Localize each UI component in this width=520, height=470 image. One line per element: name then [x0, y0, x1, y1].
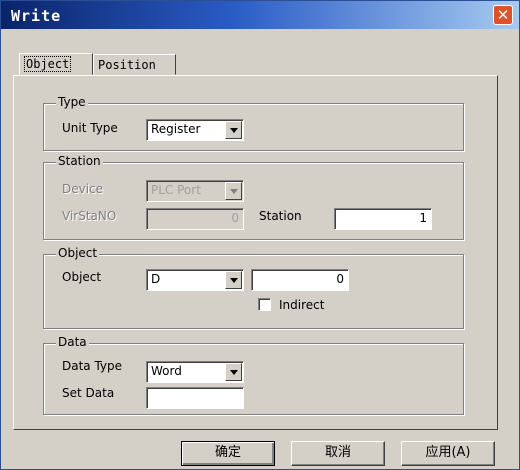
data-type-label: Data Type	[62, 359, 123, 373]
group-object-legend: Object	[56, 246, 100, 260]
chevron-down-icon[interactable]	[225, 121, 242, 139]
apply-button[interactable]: 应用(A)	[401, 441, 495, 466]
group-data-legend: Data	[56, 335, 89, 349]
tab-position-label: Position	[98, 58, 156, 72]
object-address-field[interactable]: 0	[251, 269, 349, 291]
unit-type-select[interactable]: Register	[146, 119, 244, 141]
write-dialog: Write ✕ Object Position Type Unit Type R…	[0, 0, 520, 470]
data-type-select[interactable]: Word	[146, 361, 244, 383]
virstano-label: VirStaNO	[62, 209, 117, 223]
unit-type-value: Register	[151, 122, 201, 136]
indirect-checkbox[interactable]	[258, 298, 271, 311]
device-select[interactable]: PLC Port	[146, 180, 244, 202]
device-label: Device	[62, 182, 104, 196]
set-data-label: Set Data	[62, 386, 115, 400]
cancel-button[interactable]: 取消	[291, 441, 385, 466]
tab-object[interactable]: Object	[19, 53, 93, 75]
set-data-field[interactable]	[146, 387, 244, 409]
group-object: Object	[43, 246, 464, 329]
tab-object-label: Object	[24, 56, 72, 72]
group-station-legend: Station	[56, 154, 103, 168]
ok-button[interactable]: 确定	[181, 441, 275, 466]
chevron-down-icon[interactable]	[225, 363, 242, 381]
tab-position[interactable]: Position	[93, 54, 176, 75]
group-data: Data	[43, 335, 464, 415]
unit-type-label: Unit Type	[62, 121, 118, 135]
window-title: Write	[11, 7, 62, 25]
virstano-field[interactable]: 0	[146, 208, 244, 230]
station-field[interactable]: 1	[334, 208, 432, 230]
chevron-down-icon[interactable]	[225, 271, 242, 289]
data-type-value: Word	[151, 364, 182, 378]
station-label: Station	[259, 209, 302, 223]
title-bar[interactable]: Write ✕	[1, 1, 519, 29]
group-type-legend: Type	[56, 95, 88, 109]
object-type-value: D	[151, 272, 161, 286]
close-button[interactable]: ✕	[493, 5, 513, 25]
object-type-select[interactable]: D	[146, 269, 244, 291]
device-value: PLC Port	[151, 183, 201, 197]
object-label: Object	[62, 270, 102, 284]
indirect-label: Indirect	[279, 298, 325, 312]
close-icon: ✕	[496, 6, 510, 24]
chevron-down-icon[interactable]	[225, 182, 242, 200]
